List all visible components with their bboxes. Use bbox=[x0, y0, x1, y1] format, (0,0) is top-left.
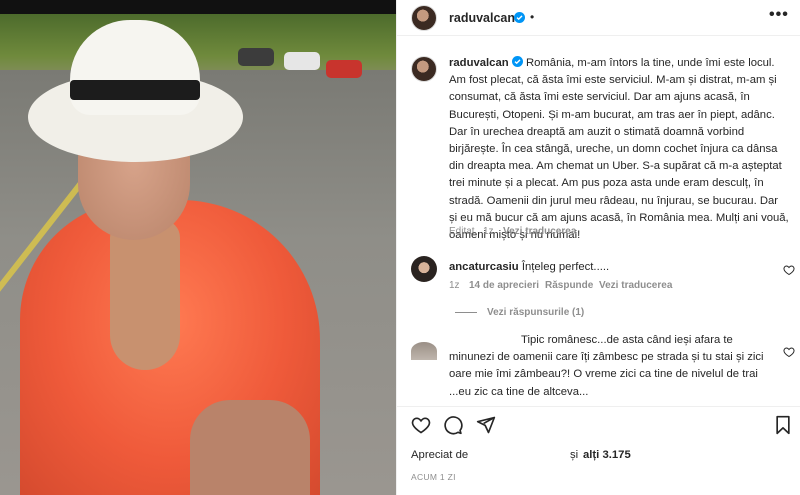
caption-author-avatar[interactable] bbox=[411, 56, 437, 82]
caption-author[interactable]: raduvalcan bbox=[449, 57, 509, 69]
replies-divider-line bbox=[455, 312, 477, 313]
comment-2-line-2: minunezi de oamenii care îți zâmbesc pe … bbox=[449, 351, 764, 364]
likes-others-link[interactable]: alți 3.175 bbox=[583, 449, 631, 461]
post-side-panel: raduvalcan • ••• raduvalcan România, m-a… bbox=[396, 0, 800, 495]
verified-badge-icon bbox=[514, 12, 525, 23]
photo-arm bbox=[190, 400, 310, 495]
comment-translate-link[interactable]: Vezi traducerea bbox=[599, 280, 672, 291]
caption-time[interactable]: 1z bbox=[483, 226, 494, 237]
photo-car-red bbox=[326, 60, 362, 78]
bookmark-icon[interactable] bbox=[774, 415, 792, 435]
caption-text: România, m-am întors la tine, unde îmi e… bbox=[449, 57, 789, 242]
header-dot: • bbox=[530, 10, 535, 24]
comment-1: ancaturcasiu Înțeleg perfect..... bbox=[449, 259, 609, 276]
author-username[interactable]: raduvalcan bbox=[449, 11, 515, 25]
heart-icon[interactable] bbox=[411, 415, 431, 435]
comment-2-line-4: ...eu zic ca tine de altceva... bbox=[449, 385, 589, 398]
liked-by-suffix: și bbox=[570, 449, 579, 461]
photo-hat-band bbox=[70, 80, 200, 100]
comment-time[interactable]: 1z bbox=[449, 280, 460, 291]
comment-2: Tipic românesc...de asta când ieși afara… bbox=[449, 332, 779, 401]
comment-heart-icon[interactable] bbox=[783, 264, 795, 276]
photo-car-white bbox=[284, 52, 320, 70]
comment-likes[interactable]: 14 de aprecieri bbox=[469, 280, 539, 291]
post-photo[interactable] bbox=[0, 0, 396, 495]
caption-edited: Editat bbox=[449, 226, 475, 237]
photo-car-dark bbox=[238, 48, 274, 66]
post-time-ago[interactable]: ACUM 1 ZI bbox=[411, 472, 456, 482]
photo-chest bbox=[110, 220, 180, 370]
caption-translate-link[interactable]: Vezi traducerea bbox=[503, 226, 576, 237]
comment-reply-button[interactable]: Răspunde bbox=[545, 280, 593, 291]
post-caption: raduvalcan România, m-am întors la tine,… bbox=[449, 55, 789, 244]
post-header: raduvalcan • ••• bbox=[397, 0, 800, 36]
post-actions-bar bbox=[397, 406, 800, 440]
more-options-icon[interactable]: ••• bbox=[769, 6, 789, 24]
comment-avatar[interactable] bbox=[411, 256, 437, 282]
liked-by-prefix: Apreciat de bbox=[411, 449, 469, 461]
comment-2-line-1: Tipic românesc...de asta când ieși afara… bbox=[521, 334, 733, 346]
comment-2-line-3: oare mie îmi zâmbeau?! O vreme zici ca t… bbox=[449, 368, 758, 381]
comment-icon[interactable] bbox=[443, 415, 463, 435]
author-avatar[interactable] bbox=[411, 5, 437, 31]
comment-2-avatar[interactable] bbox=[411, 342, 437, 360]
comment-author[interactable]: ancaturcasiu bbox=[449, 261, 519, 273]
view-replies-button[interactable]: Vezi răspunsurile (1) bbox=[487, 307, 584, 318]
comment-text: Înțeleg perfect..... bbox=[521, 261, 610, 273]
send-icon[interactable] bbox=[476, 415, 496, 435]
comment-2-heart-icon[interactable] bbox=[783, 346, 795, 358]
caption-verified-badge-icon bbox=[511, 56, 523, 67]
